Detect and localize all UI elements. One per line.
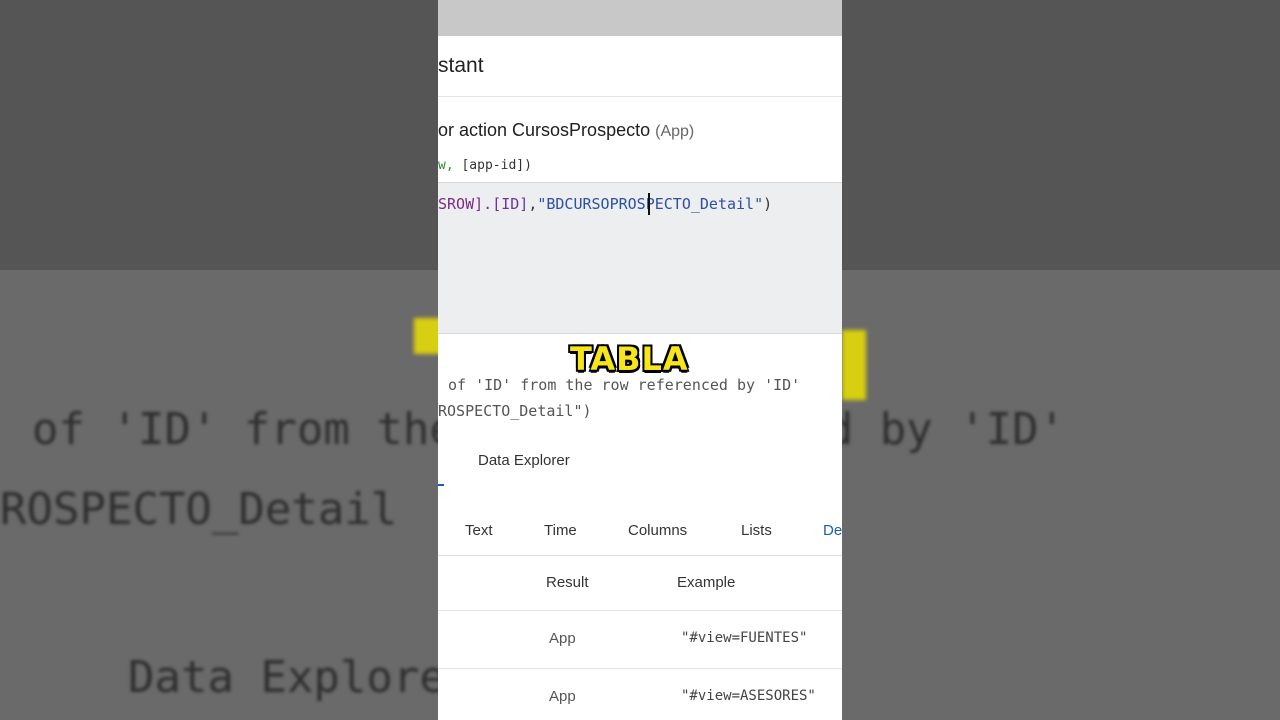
background-text-line2: ROSPECTO_Detail [0, 484, 398, 535]
row-divider [438, 668, 842, 669]
action-scope: (App) [655, 123, 695, 140]
expression-preview: of 'ID' from the row referenced by 'ID' … [438, 372, 800, 424]
code-part-5: ) [763, 195, 773, 213]
browser-topbar [438, 0, 842, 36]
column-header-example: Example [677, 574, 736, 591]
args-fragment: [app-id]) [461, 158, 532, 173]
tab-data-explorer[interactable]: Data Explorer [478, 452, 570, 469]
action-name: or action CursosProspecto [438, 120, 651, 140]
tab-time[interactable]: Time [544, 522, 577, 539]
title-divider [438, 96, 842, 97]
background-highlight-right [842, 330, 866, 400]
action-heading: or action CursosProspecto (App) [438, 120, 694, 141]
category-tabs: Text Time Columns Lists De [438, 522, 842, 554]
code-part-3: , [528, 195, 538, 213]
caption-overlay: TABLA [570, 340, 689, 378]
tab-lists[interactable]: Lists [741, 522, 772, 539]
background-text-line3: Data Explore [128, 652, 446, 703]
tab-deep-links[interactable]: De [823, 522, 842, 539]
expression-code[interactable]: SROW].[ID],"BDCURSOPROSPECTO_Detail") [438, 195, 772, 213]
header-divider [438, 610, 842, 611]
row-1-result: App [549, 630, 576, 647]
expression-editor[interactable]: SROW].[ID],"BDCURSOPROSPECTO_Detail") [438, 182, 842, 334]
active-tab-indicator [438, 484, 444, 486]
dialog-title: stant [438, 54, 484, 77]
code-part-2: [ID] [492, 195, 529, 213]
text-cursor [648, 193, 650, 215]
tab-text[interactable]: Text [465, 522, 493, 539]
args-green-fragment: w, [438, 158, 454, 173]
column-header-result: Result [546, 574, 589, 591]
row-1-example[interactable]: "#view=FUENTES" [681, 630, 807, 646]
code-part-4: "BDCURSOPROSPECTO_Detail" [537, 195, 764, 213]
preview-line-2: ROSPECTO_Detail") [438, 402, 592, 420]
row-2-example[interactable]: "#view=ASESORES" [681, 688, 816, 704]
action-args: w, [app-id]) [438, 158, 532, 173]
tab-columns[interactable]: Columns [628, 522, 687, 539]
code-part-1: SROW]. [438, 195, 493, 213]
row-2-result: App [549, 688, 576, 705]
tabs-divider [438, 555, 842, 556]
